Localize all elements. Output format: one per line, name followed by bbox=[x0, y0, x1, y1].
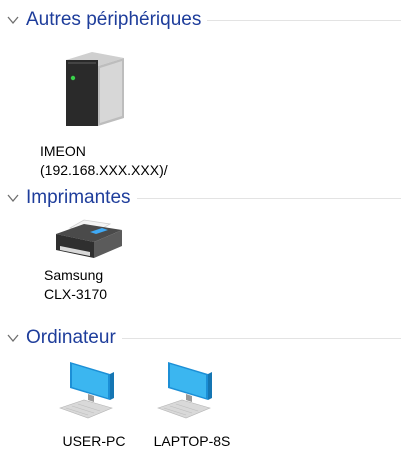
group-title: Imprimantes bbox=[26, 187, 131, 208]
device-item-imeon[interactable]: IMEON (192.168.XXX.XXX)/ bbox=[40, 48, 168, 180]
chevron-down-icon bbox=[7, 16, 19, 25]
group-title: Ordinateur bbox=[26, 327, 116, 348]
computer-label: LAPTOP-8S bbox=[153, 433, 231, 449]
computer-monitor-icon bbox=[157, 362, 212, 419]
group-divider bbox=[207, 19, 401, 21]
group-header-ordinateur[interactable]: Ordinateur bbox=[6, 326, 411, 350]
device-label: IMEON (192.168.XXX.XXX)/ bbox=[40, 143, 168, 178]
group-divider bbox=[136, 197, 401, 199]
device-tower-icon bbox=[66, 52, 124, 126]
group-header-autres-peripheriques[interactable]: Autres périphériques bbox=[6, 8, 411, 32]
computer-monitor-icon bbox=[59, 362, 114, 419]
group-title: Autres périphériques bbox=[26, 9, 202, 30]
printer-item-samsung[interactable]: Samsung CLX-3170 bbox=[44, 216, 134, 304]
computer-item-user-pc[interactable]: USER-PC bbox=[54, 356, 134, 451]
chevron-down-icon bbox=[7, 334, 19, 343]
chevron-down-icon bbox=[7, 194, 19, 203]
group-divider bbox=[121, 337, 401, 339]
printer-icon bbox=[56, 219, 122, 258]
computer-item-laptop-8s[interactable]: LAPTOP-8S bbox=[152, 356, 232, 451]
group-header-imprimantes[interactable]: Imprimantes bbox=[6, 186, 411, 210]
printer-label: Samsung CLX-3170 bbox=[44, 267, 108, 302]
computer-label: USER-PC bbox=[62, 433, 126, 449]
